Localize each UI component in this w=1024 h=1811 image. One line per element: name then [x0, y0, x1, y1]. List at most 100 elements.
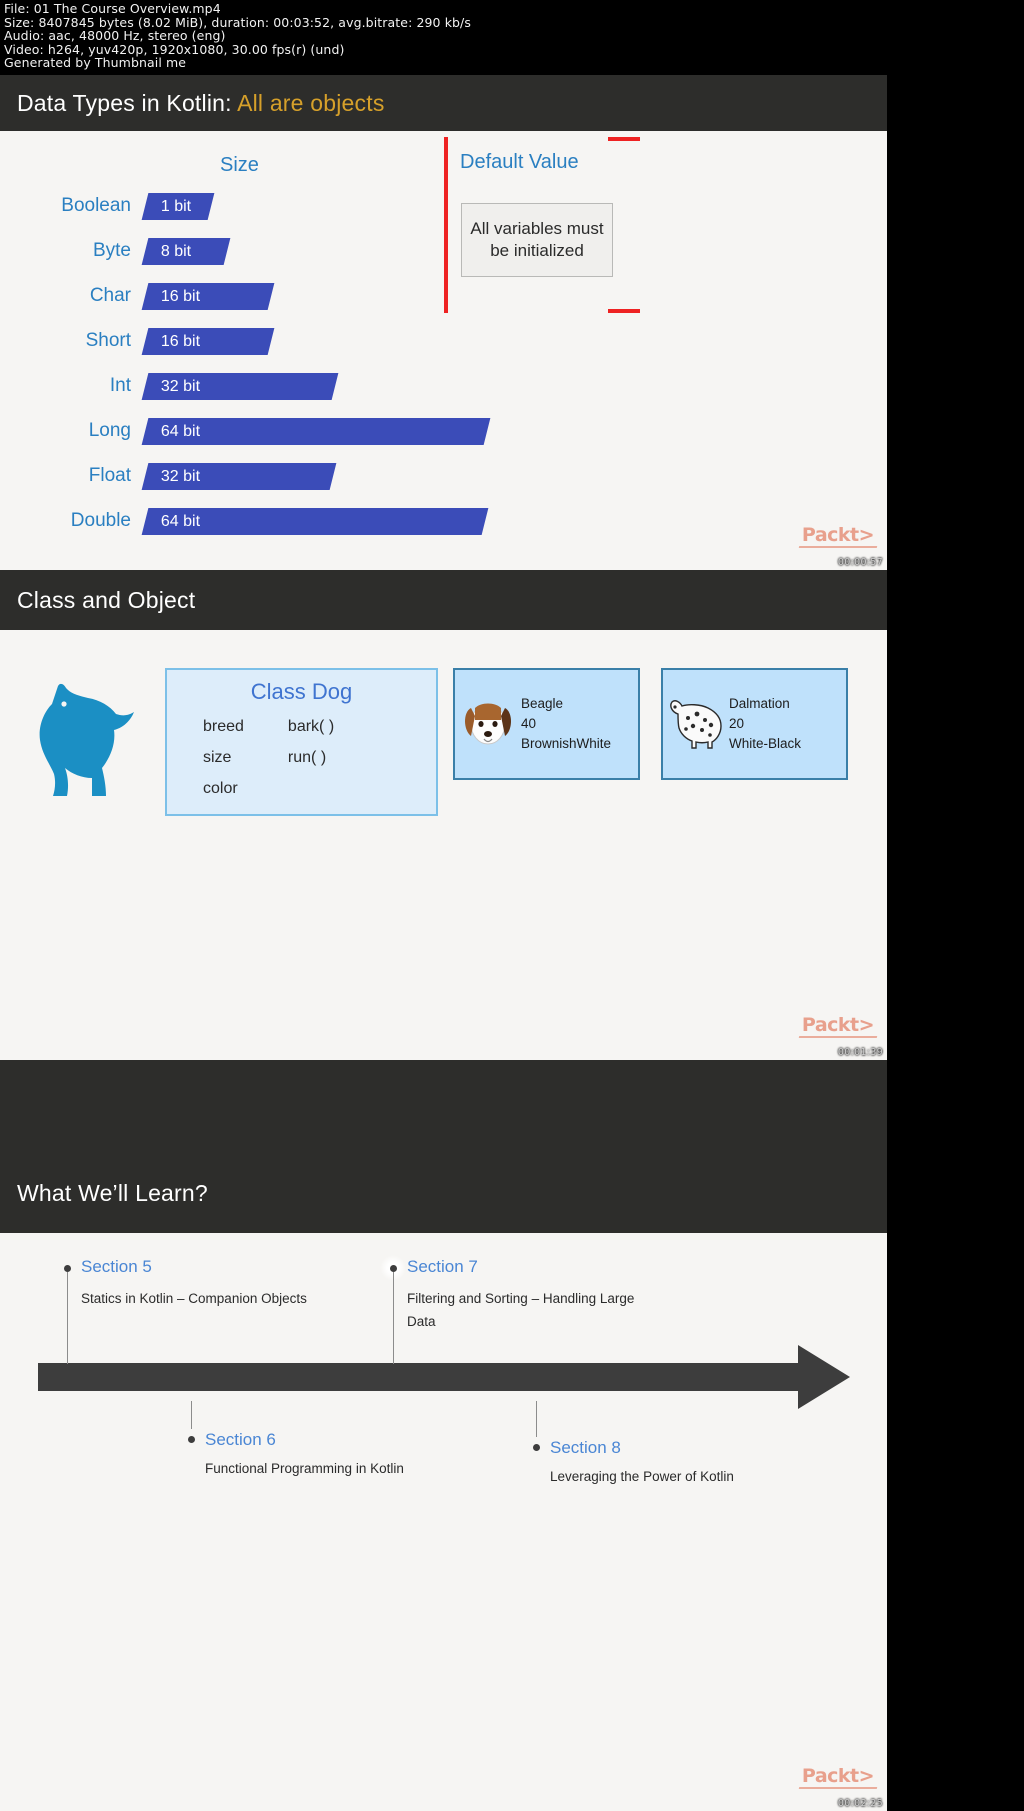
timeline-stem — [67, 1272, 68, 1364]
packt-logo-text: Packt> — [801, 1014, 875, 1036]
object-card-info: Beagle 40 BrownishWhite — [521, 694, 611, 754]
slide-title-bar: Data Types in Kotlin: All are objects — [0, 75, 887, 131]
packt-logo-underline — [798, 1036, 878, 1038]
object-card-dalmation: Dalmation 20 White-Black — [661, 668, 848, 780]
object-color: White-Black — [729, 736, 802, 751]
bar-chart-row: Boolean 1 bit — [0, 191, 215, 221]
timeline-stem — [536, 1401, 537, 1437]
timeline-arrow-icon — [38, 1345, 850, 1414]
slide-title-bar: What We’ll Learn? — [0, 1060, 887, 1233]
bar-category-label: Short — [85, 330, 131, 351]
packt-logo-underline — [798, 546, 878, 548]
timeline-section-desc: Functional Programming in Kotlin — [205, 1461, 404, 1476]
metadata-line-file: File: 01 The Course Overview.mp4 — [4, 1, 221, 16]
object-size: 40 — [521, 716, 537, 731]
bar-category-label: Char — [89, 285, 131, 306]
object-name: Dalmation — [729, 696, 790, 711]
bar-chart-row: Float 32 bit — [0, 461, 337, 491]
bar-value-label: 32 bit — [161, 377, 201, 394]
slide-thumbnail-class-object: Class and Object Class Dog breed size co… — [0, 570, 887, 1060]
slide-title-bar: Class and Object — [0, 570, 887, 630]
dog-silhouette-icon — [36, 682, 144, 807]
bar-category-label: Long — [88, 420, 131, 441]
packt-logo: Packt> — [798, 1014, 878, 1038]
packt-logo-text: Packt> — [801, 524, 875, 546]
bar-value-label: 16 bit — [161, 287, 201, 304]
page-title: Data Types in Kotlin: All are objects — [0, 90, 385, 117]
frame-timestamp: 00:01:39 — [837, 1047, 883, 1058]
class-method: run( ) — [287, 749, 327, 766]
default-value-callout: All variables must be initialized — [461, 203, 613, 277]
packt-logo-text: Packt> — [801, 1765, 875, 1787]
timeline-section-label: Section 5 — [81, 1257, 152, 1276]
bar-category-label: Int — [109, 375, 131, 396]
metadata-line-size: Size: 8407845 bytes (8.02 MiB), duration… — [4, 14, 471, 30]
page-title-main: Data Types in Kotlin: — [17, 89, 238, 116]
timeline-stem — [393, 1272, 394, 1364]
bar-category-label: Float — [88, 465, 131, 486]
bar-chart-row: Long 64 bit — [0, 416, 491, 446]
default-value-heading: Default Value — [460, 151, 579, 173]
bar-value-label: 16 bit — [161, 332, 201, 349]
metadata-line-generator: Generated by Thumbnail me — [4, 55, 187, 71]
timeline-dot — [390, 1265, 397, 1272]
timeline-section-desc: Statics in Kotlin – Companion Objects — [81, 1291, 307, 1306]
bar-chart-row: Double 64 bit — [0, 506, 489, 536]
video-metadata-header: File: 01 The Course Overview.mp4 Size: 8… — [0, 0, 1024, 75]
class-properties-list: breed size color — [203, 711, 244, 804]
bar-category-label: Byte — [92, 240, 131, 261]
object-card-info: Dalmation 20 White-Black — [729, 694, 801, 754]
slide-thumbnail-data-types: Data Types in Kotlin: All are objects Si… — [0, 75, 887, 570]
bar-category-label: Boolean — [61, 195, 131, 216]
page-title: Class and Object — [17, 586, 196, 613]
object-card-beagle: Beagle 40 BrownishWhite — [453, 668, 640, 780]
packt-logo: Packt> — [798, 1765, 878, 1789]
class-property: size — [203, 749, 232, 766]
class-property: color — [203, 780, 238, 797]
timeline-section-desc: Filtering and Sorting – Handling Large D… — [407, 1291, 635, 1329]
class-name-label: Class Dog — [250, 679, 353, 704]
object-size: 20 — [729, 716, 745, 731]
timeline-section-label: Section 6 — [205, 1430, 276, 1449]
bar-chart-row: Short 16 bit — [0, 326, 275, 356]
bar-shape: 16 bit — [141, 282, 275, 310]
packt-logo-underline — [798, 1787, 878, 1789]
object-name: Beagle — [521, 696, 564, 711]
slide-body: Size Boolean 1 bit Byte 8 bit Char 16 bit Shor… — [0, 131, 887, 570]
chart-axis-label-size: Size — [220, 154, 259, 176]
bar-shape: 8 bit — [141, 237, 231, 265]
class-definition-box: Class Dog breed size color bark( ) run( … — [165, 668, 438, 816]
timeline-dot — [64, 1265, 71, 1272]
timeline-section-label: Section 8 — [550, 1438, 621, 1457]
bar-value-label: 1 bit — [161, 197, 192, 214]
bar-shape: 64 bit — [141, 507, 489, 535]
slide-body: Section 5 Statics in Kotlin – Companion … — [0, 1233, 887, 1811]
timeline-dot — [188, 1436, 195, 1443]
page-title: What We’ll Learn? — [17, 1180, 208, 1206]
dalmation-dog-photo-icon — [663, 698, 729, 750]
bar-value-label: 32 bit — [161, 467, 201, 484]
bar-shape: 32 bit — [141, 372, 339, 400]
slide-body: Class Dog breed size color bark( ) run( … — [0, 630, 887, 1060]
timeline-section-desc: Leveraging the Power of Kotlin — [550, 1469, 734, 1484]
packt-logo: Packt> — [798, 524, 878, 548]
bar-shape: 64 bit — [141, 417, 491, 445]
bar-category-label: Double — [70, 510, 131, 531]
bar-chart-row: Int 32 bit — [0, 371, 339, 401]
class-method: bark( ) — [287, 718, 335, 735]
bar-value-label: 64 bit — [161, 422, 201, 439]
metadata-line-audio: Audio: aac, 48000 Hz, stereo (eng) — [4, 28, 226, 44]
bar-shape: 32 bit — [141, 462, 337, 490]
bar-shape: 1 bit — [141, 192, 215, 220]
object-color: BrownishWhite — [521, 736, 612, 751]
page-title-accent: All are objects — [237, 89, 385, 116]
timeline-section-label: Section 7 — [407, 1257, 478, 1276]
metadata-line-video: Video: h264, yuv420p, 1920x1080, 30.00 f… — [4, 41, 345, 57]
timeline-dot — [533, 1444, 540, 1451]
class-property: breed — [203, 718, 244, 735]
bar-shape: 16 bit — [141, 327, 275, 355]
bar-chart-row: Byte 8 bit — [0, 236, 231, 266]
slide-thumbnail-what-we-learn: What We’ll Learn? Section 5 Statics in K… — [0, 1060, 887, 1811]
bar-value-label: 64 bit — [161, 512, 201, 529]
timeline-stem — [191, 1401, 192, 1429]
